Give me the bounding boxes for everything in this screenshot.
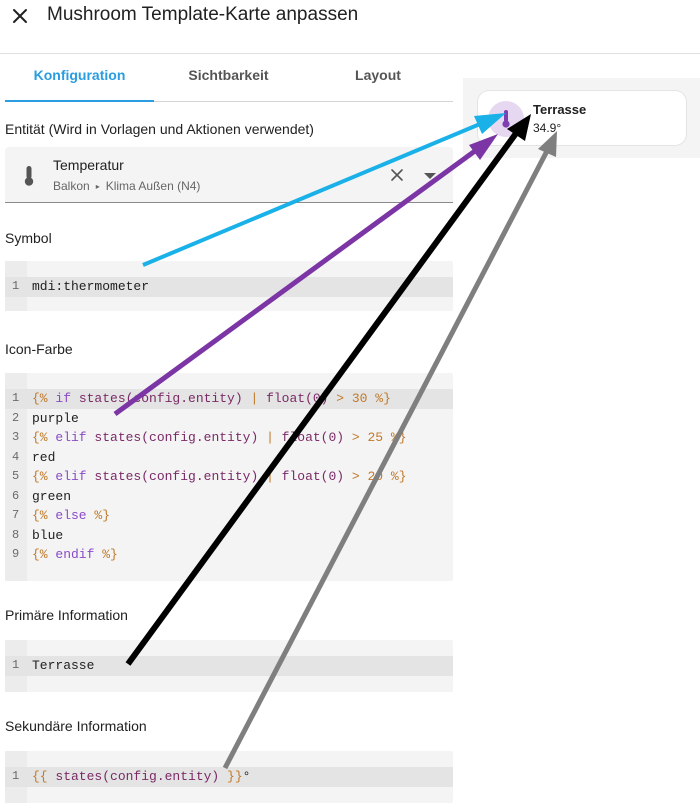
- code-text: {% elif states(config.entity) | float(0)…: [32, 469, 407, 484]
- entity-device: Klima Außen (N4): [105, 179, 201, 193]
- code-line: 3 {% elif states(config.entity) | float(…: [5, 428, 453, 448]
- code-text: blue: [32, 527, 64, 543]
- code-text: {% if states(config.entity) | float(0) >…: [32, 391, 391, 406]
- tab-konfiguration[interactable]: Konfiguration: [5, 56, 154, 100]
- thermometer-icon: [24, 166, 34, 186]
- tab-sichtbarkeit[interactable]: Sichtbarkeit: [154, 56, 303, 100]
- entity-area: Balkon: [53, 179, 90, 193]
- symbol-editor[interactable]: 1 mdi:thermometer: [5, 261, 453, 311]
- code-line: 4 red: [5, 448, 453, 468]
- code-text: {% endif %}: [32, 547, 118, 562]
- line-number: 4: [12, 449, 20, 464]
- tab-layout[interactable]: Layout: [303, 56, 453, 100]
- secondary-info-editor[interactable]: 1 {{ states(config.entity) }}°: [5, 751, 453, 803]
- code-line: 2 purple: [5, 409, 453, 429]
- line-number: 1: [12, 769, 20, 783]
- card-secondary-text: 34.9°: [533, 121, 562, 135]
- clear-icon[interactable]: [389, 167, 405, 183]
- icon-color-editor[interactable]: 1 {% if states(config.entity) | float(0)…: [5, 373, 453, 581]
- line-number: 1: [12, 658, 20, 672]
- secondary-info-label: Sekundäre Information: [5, 718, 147, 734]
- code-line: 6 green: [5, 487, 453, 507]
- code-line: 7 {% else %}: [5, 506, 453, 526]
- mushroom-template-card[interactable]: Terrasse 34.9°: [477, 90, 687, 146]
- entity-picker[interactable]: Temperatur Balkon ▸ Klima Außen (N4): [5, 147, 453, 203]
- code-line: 8 blue: [5, 526, 453, 546]
- tab-bar: Konfiguration Sichtbarkeit Layout: [5, 56, 453, 102]
- card-primary-text: Terrasse: [533, 102, 587, 117]
- code-text: mdi:thermometer: [32, 279, 150, 294]
- code-text: {% else %}: [32, 508, 111, 523]
- line-number: 2: [12, 410, 20, 425]
- code-line: 9 {% endif %}: [5, 545, 453, 565]
- card-icon-badge: [488, 101, 524, 137]
- code-line: 1 {% if states(config.entity) | float(0)…: [5, 389, 453, 409]
- entity-label: Entität (Wird in Vorlagen und Aktionen v…: [5, 121, 314, 137]
- active-tab-indicator: [5, 100, 154, 102]
- entity-separator: ▸: [95, 182, 100, 191]
- thermometer-icon: [502, 110, 510, 128]
- symbol-label: Symbol: [5, 230, 52, 246]
- line-number: 7: [12, 508, 20, 522]
- primary-info-editor[interactable]: 1 Terrasse: [5, 640, 453, 692]
- code-line: 1 {{ states(config.entity) }}°: [5, 767, 453, 787]
- line-number: 6: [12, 488, 20, 503]
- dialog-header: Mushroom Template-Karte anpassen: [0, 0, 700, 54]
- code-line: 5 {% elif states(config.entity) | float(…: [5, 467, 453, 487]
- close-icon[interactable]: [8, 4, 32, 28]
- code-line: 1 mdi:thermometer: [5, 277, 453, 297]
- line-number: 3: [12, 430, 20, 444]
- code-line: 1 Terrasse: [5, 656, 453, 676]
- icon-color-label: Icon-Farbe: [5, 341, 73, 357]
- chevron-down-icon[interactable]: [423, 172, 437, 180]
- code-text: green: [32, 488, 72, 504]
- code-text: purple: [32, 410, 79, 426]
- code-text: {% elif states(config.entity) | float(0)…: [32, 430, 407, 445]
- entity-name: Temperatur: [53, 157, 124, 173]
- code-text: red: [32, 449, 56, 465]
- dialog-title: Mushroom Template-Karte anpassen: [47, 4, 359, 25]
- entity-context: Balkon ▸ Klima Außen (N4): [53, 179, 200, 193]
- code-text: Terrasse: [32, 658, 95, 673]
- line-number: 9: [12, 547, 20, 561]
- line-number: 1: [12, 279, 20, 293]
- line-number: 1: [12, 391, 20, 405]
- line-number: 5: [12, 469, 20, 483]
- code-text: {{ states(config.entity) }}°: [32, 769, 251, 784]
- primary-info-label: Primäre Information: [5, 607, 128, 623]
- line-number: 8: [12, 527, 20, 542]
